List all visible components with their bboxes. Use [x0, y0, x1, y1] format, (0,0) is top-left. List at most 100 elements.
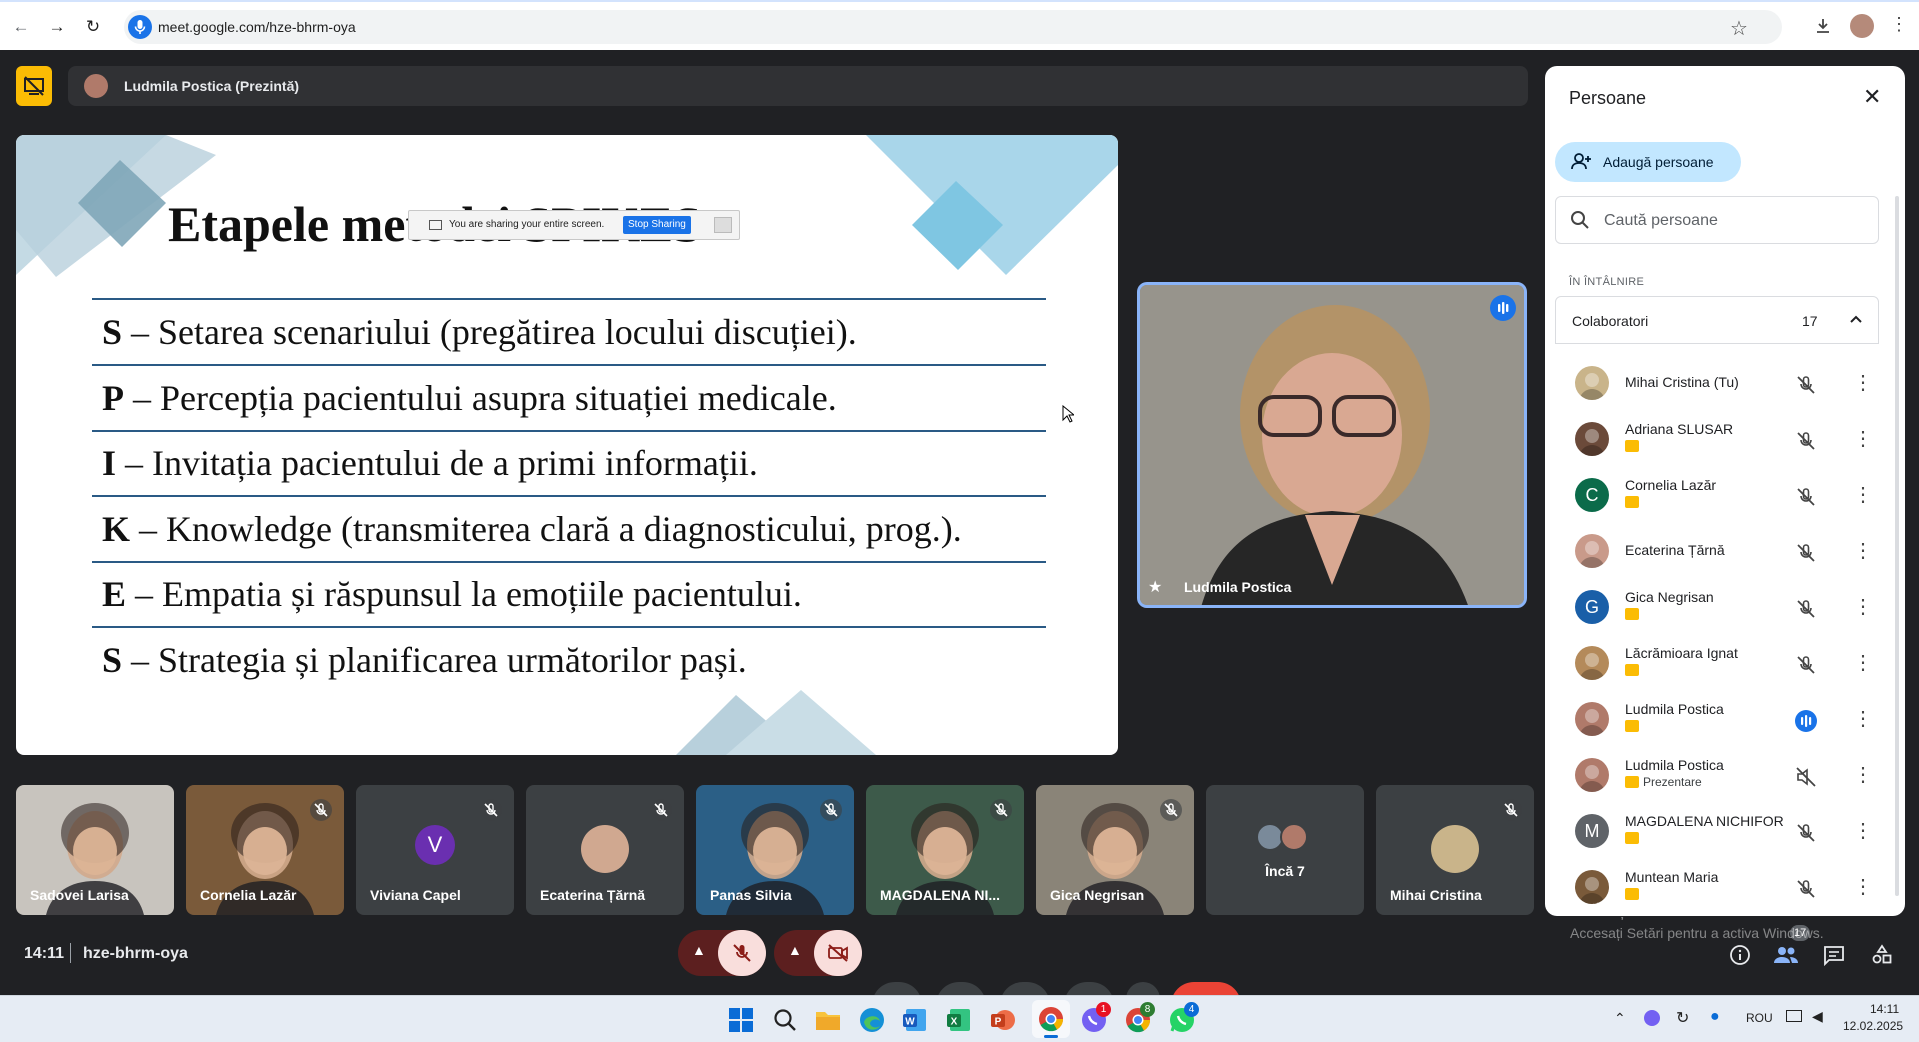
participant-row[interactable]: G Gica Negrisan ⋮	[1545, 580, 1885, 636]
search-icon[interactable]	[772, 1007, 798, 1033]
more-vert-icon[interactable]: ⋮	[1853, 762, 1873, 788]
stop-presenting-icon[interactable]	[16, 66, 52, 106]
mic-off-icon[interactable]	[1795, 486, 1817, 508]
participant-tile[interactable]: Panas Silvia	[696, 785, 854, 915]
participant-row[interactable]: Mihai Cristina (Tu) ⋮	[1545, 356, 1885, 412]
svg-text:W: W	[905, 1017, 915, 1028]
participant-tile[interactable]: Mihai Cristina	[1376, 785, 1534, 915]
more-vert-icon[interactable]: ⋮	[1853, 426, 1873, 452]
participant-avatar: C	[1575, 478, 1609, 512]
participant-tile-name: Încă 7	[1265, 863, 1305, 879]
mic-off-icon[interactable]	[1795, 374, 1817, 396]
profile-avatar[interactable]	[1850, 14, 1874, 38]
participant-row[interactable]: Adriana SLUSAR ⋮	[1545, 412, 1885, 468]
file-explorer-icon[interactable]	[814, 1007, 842, 1033]
star-icon[interactable]: ☆	[1730, 16, 1748, 41]
mic-off-icon	[990, 799, 1012, 821]
language-indicator[interactable]: ROU	[1746, 1011, 1773, 1025]
info-icon[interactable]	[1728, 943, 1752, 967]
close-icon[interactable]: ✕	[1863, 84, 1881, 110]
forward-icon[interactable]: →	[44, 14, 70, 40]
row-text: – Strategia și planificarea următorilor …	[122, 640, 747, 680]
speaking-indicator-icon[interactable]	[1795, 710, 1817, 732]
scrollbar[interactable]	[1895, 196, 1899, 896]
participant-row[interactable]: C Cornelia Lazăr ⋮	[1545, 468, 1885, 524]
search-input[interactable]: Caută persoane	[1555, 196, 1879, 244]
group-header[interactable]: Colaboratori 17	[1555, 296, 1879, 344]
mic-off-icon[interactable]	[1795, 598, 1817, 620]
mic-options-chevron-icon[interactable]: ▲	[692, 942, 706, 958]
powerpoint-icon[interactable]: P	[990, 1007, 1016, 1033]
participant-row[interactable]: Ecaterina Țărnă ⋮	[1545, 524, 1885, 580]
back-icon[interactable]: ←	[8, 14, 34, 40]
chrome-active-button[interactable]	[1032, 1000, 1070, 1038]
chat-icon[interactable]	[1822, 943, 1846, 967]
participant-tile[interactable]: Încă 7	[1206, 785, 1364, 915]
word-icon[interactable]: W	[902, 1007, 928, 1033]
volume-icon[interactable]: ◀	[1812, 1008, 1823, 1025]
address-bar[interactable]: meet.google.com/hze-bhrm-oya ☆	[124, 10, 1782, 44]
speaker-video	[1140, 285, 1524, 605]
participant-tile[interactable]: Sadovei Larisa	[16, 785, 174, 915]
more-vert-icon[interactable]: ⋮	[1853, 482, 1873, 508]
participant-row[interactable]: Lăcrămioara Ignat ⋮	[1545, 636, 1885, 692]
participant-avatar	[1575, 646, 1609, 680]
participant-tile[interactable]: Cornelia Lazăr	[186, 785, 344, 915]
participant-tile[interactable]: Gica Negrisan	[1036, 785, 1194, 915]
camera-toggle-button[interactable]	[814, 930, 862, 976]
volume-off-icon[interactable]	[1795, 766, 1817, 788]
participant-name: Muntean Maria	[1625, 869, 1719, 885]
speaker-tile[interactable]: ★ Ludmila Postica	[1137, 282, 1527, 608]
pin-icon[interactable]: ★	[1148, 577, 1162, 597]
participant-tile[interactable]: Ecaterina Țărnă	[526, 785, 684, 915]
camera-options-chevron-icon[interactable]: ▲	[788, 942, 802, 958]
participant-row[interactable]: Ludmila Postica ⋮	[1545, 692, 1885, 748]
participant-avatar	[1280, 823, 1308, 851]
tray-sync-icon[interactable]: ↻	[1676, 1008, 1689, 1028]
menu-icon[interactable]: ⋮	[1890, 14, 1908, 35]
add-people-button[interactable]: Adaugă persoane	[1555, 142, 1741, 182]
tray-viber-icon[interactable]	[1644, 1010, 1660, 1026]
more-vert-icon[interactable]: ⋮	[1853, 650, 1873, 676]
tray-mic-icon[interactable]: ●	[1710, 1008, 1720, 1026]
meeting-code: hze-bhrm-oya	[83, 945, 188, 962]
taskbar-date[interactable]: 12.02.2025	[1843, 1019, 1903, 1033]
windows-start-icon[interactable]	[728, 1007, 754, 1033]
download-icon[interactable]	[1813, 16, 1833, 41]
reload-icon[interactable]: ↻	[80, 14, 106, 40]
mic-toggle-button[interactable]	[718, 930, 766, 976]
participant-avatar: M	[1575, 814, 1609, 848]
more-vert-icon[interactable]: ⋮	[1853, 538, 1873, 564]
chevron-up-icon[interactable]	[1846, 309, 1866, 334]
site-mic-icon[interactable]	[128, 15, 152, 39]
more-vert-icon[interactable]: ⋮	[1853, 818, 1873, 844]
mic-off-icon[interactable]	[1795, 542, 1817, 564]
add-people-label: Adaugă persoane	[1603, 154, 1714, 170]
tray-chevron-icon[interactable]: ⌃	[1614, 1010, 1626, 1027]
participant-row[interactable]: M MAGDALENA NICHIFOR ⋮	[1545, 804, 1885, 860]
participant-avatar	[1575, 702, 1609, 736]
mic-off-icon	[733, 944, 751, 962]
network-icon[interactable]	[1786, 1010, 1802, 1022]
taskbar-time[interactable]: 14:11	[1870, 1002, 1899, 1016]
screen-share-icon	[429, 220, 442, 230]
people-icon[interactable]	[1772, 943, 1800, 967]
minimize-share-button[interactable]	[714, 217, 732, 233]
more-vert-icon[interactable]: ⋮	[1853, 706, 1873, 732]
mic-off-icon[interactable]	[1795, 430, 1817, 452]
participant-tile[interactable]: MAGDALENA NI...	[866, 785, 1024, 915]
more-vert-icon[interactable]: ⋮	[1853, 874, 1873, 900]
participant-tile[interactable]: V Viviana Capel	[356, 785, 514, 915]
activities-icon[interactable]	[1870, 943, 1894, 967]
edge-icon[interactable]	[858, 1006, 886, 1034]
stop-sharing-button[interactable]: Stop Sharing	[623, 216, 691, 234]
participant-row[interactable]: Ludmila Postica Prezentare ⋮	[1545, 748, 1885, 804]
row-text: – Invitația pacientului de a primi infor…	[116, 443, 758, 483]
mic-off-icon[interactable]	[1795, 654, 1817, 676]
mic-off-icon[interactable]	[1795, 878, 1817, 900]
mic-off-icon[interactable]	[1795, 822, 1817, 844]
excel-icon[interactable]: X	[946, 1007, 972, 1033]
presentation-badge-icon	[1625, 888, 1639, 900]
more-vert-icon[interactable]: ⋮	[1853, 594, 1873, 620]
more-vert-icon[interactable]: ⋮	[1853, 370, 1873, 396]
